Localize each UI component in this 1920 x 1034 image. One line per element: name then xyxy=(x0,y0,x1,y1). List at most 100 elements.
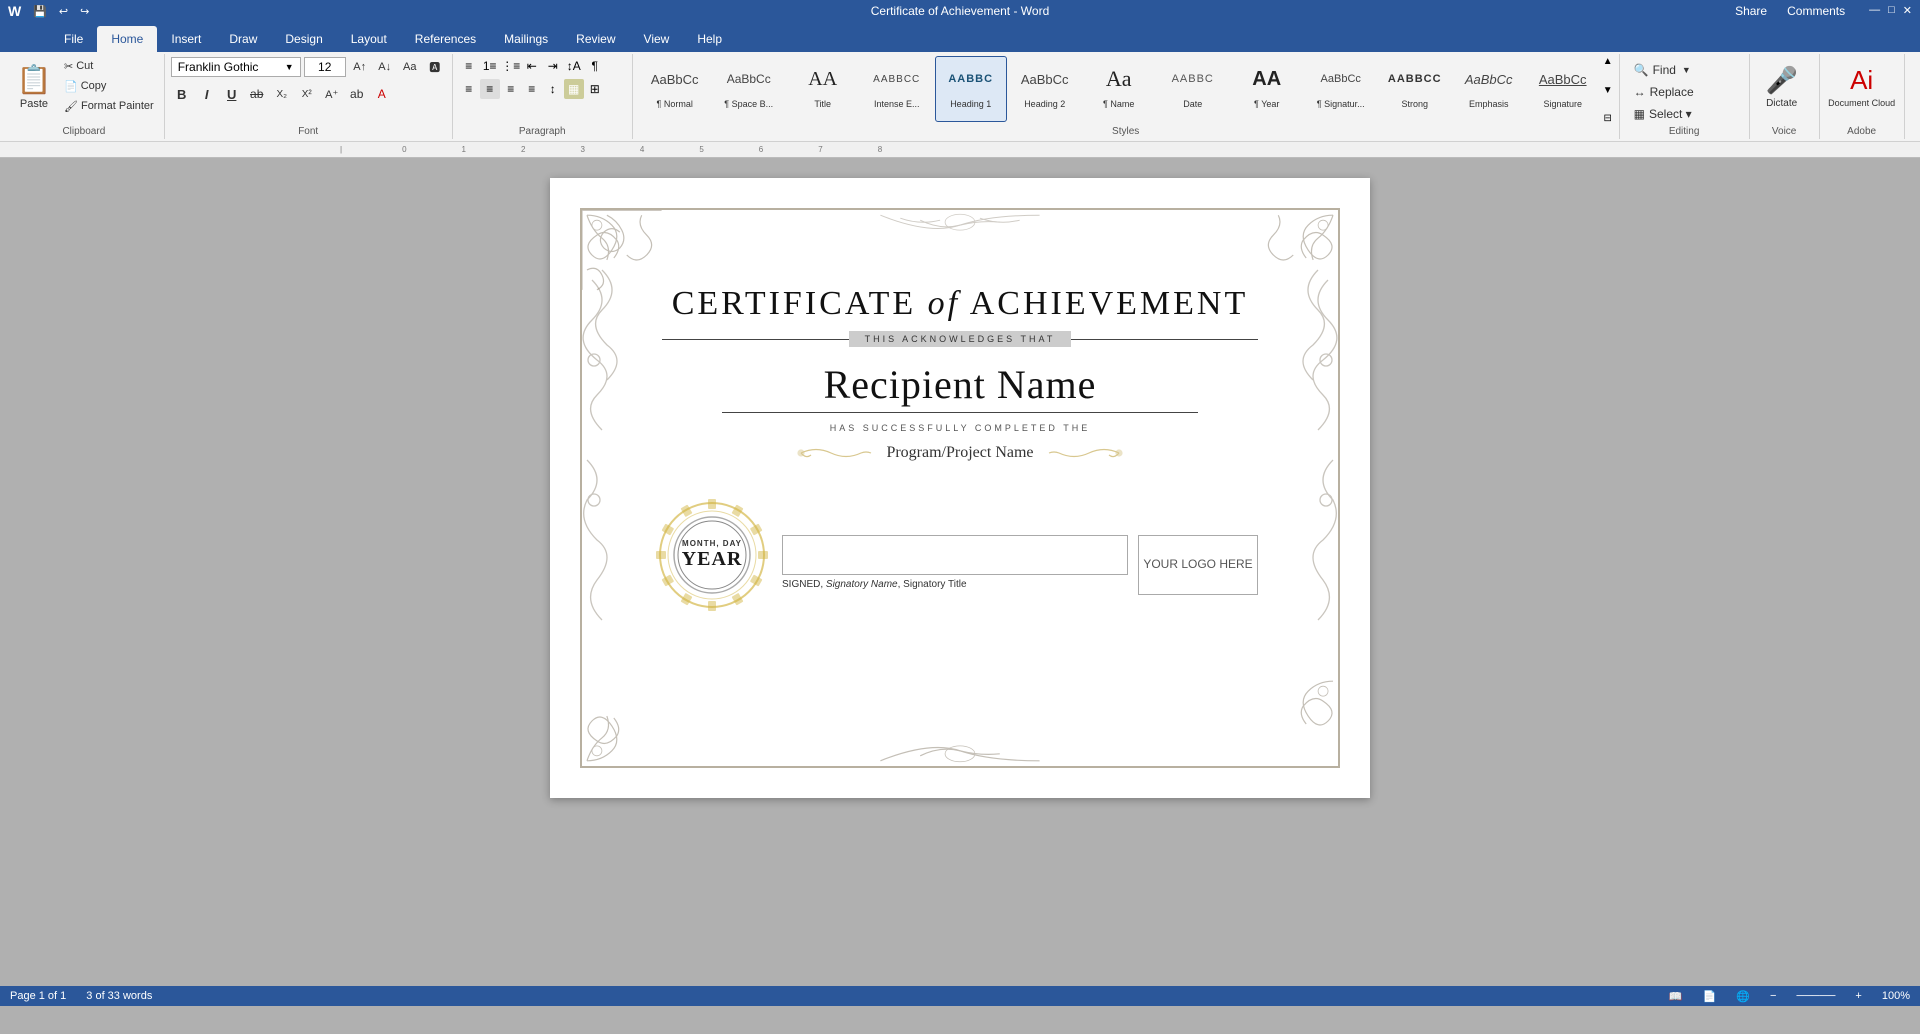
tab-design[interactable]: Design xyxy=(271,26,336,52)
increase-indent-btn[interactable]: ⇥ xyxy=(543,56,563,76)
line-spacing-btn[interactable]: ↕ xyxy=(543,79,563,99)
replace-icon: ↔ xyxy=(1634,85,1646,99)
select-icon: ▦ xyxy=(1634,107,1645,121)
quick-access-save[interactable]: 💾 xyxy=(33,5,47,18)
align-right-btn[interactable]: ≡ xyxy=(501,79,521,99)
style-year[interactable]: AA ¶ Year xyxy=(1231,56,1303,122)
paste-button[interactable]: 📋 Paste xyxy=(10,56,58,116)
document-page[interactable]: CERTIFICATE of ACHIEVEMENT THIS ACKNOWLE… xyxy=(550,178,1370,798)
select-button[interactable]: ▦ Select ▾ xyxy=(1626,104,1700,124)
style-space-b[interactable]: AaBbCc ¶ Space B... xyxy=(713,56,785,122)
align-center-btn[interactable]: ≡ xyxy=(480,79,500,99)
style-normal[interactable]: AaBbCc ¶ Normal xyxy=(639,56,711,122)
style-title[interactable]: AA Title xyxy=(787,56,859,122)
bold-button[interactable]: B xyxy=(171,83,193,105)
superscript-btn[interactable]: X² xyxy=(296,83,318,105)
style-year-label: ¶ Year xyxy=(1234,99,1300,109)
style-intense-e[interactable]: AABBCC Intense E... xyxy=(861,56,933,122)
style-signature1[interactable]: AaBbCc ¶ Signatur... xyxy=(1305,56,1377,122)
styles-scroll-down[interactable]: ▼ xyxy=(1603,85,1613,96)
show-formatting-btn[interactable]: ¶ xyxy=(585,56,605,76)
styles-scroll-controls: ▲ ▼ ⊟ xyxy=(1603,56,1613,124)
bullets-btn[interactable]: ≡ xyxy=(459,56,479,76)
copy-button[interactable]: 📄 Copy xyxy=(60,78,158,95)
styles-expand[interactable]: ⊟ xyxy=(1603,113,1613,124)
subscript-btn[interactable]: X₂ xyxy=(271,83,293,105)
decrease-indent-btn[interactable]: ⇤ xyxy=(522,56,542,76)
replace-button[interactable]: ↔ Replace xyxy=(1626,82,1702,102)
align-left-btn[interactable]: ≡ xyxy=(459,79,479,99)
text-effects-btn[interactable]: A⁺ xyxy=(321,83,343,105)
style-emphasis[interactable]: AaBbCc Emphasis xyxy=(1453,56,1525,122)
style-date[interactable]: AABBC Date xyxy=(1157,56,1229,122)
minimize-btn[interactable]: — xyxy=(1869,4,1880,18)
tab-references[interactable]: References xyxy=(401,26,490,52)
find-button[interactable]: 🔍 Find ▼ xyxy=(1626,60,1699,80)
cut-button[interactable]: ✂ Cut xyxy=(60,58,158,75)
view-read-btn[interactable]: 📖 xyxy=(1669,990,1683,1003)
tab-view[interactable]: View xyxy=(630,26,684,52)
font-selector[interactable]: Franklin Gothic ▼ xyxy=(171,57,301,77)
editing-group: 🔍 Find ▼ ↔ Replace ▦ Select ▾ Editing xyxy=(1620,54,1750,139)
dictate-button[interactable]: 🎤 Dictate xyxy=(1756,56,1808,118)
cert-seal-month: MONTH, DAY xyxy=(682,539,743,548)
close-btn[interactable]: ✕ xyxy=(1903,4,1912,18)
style-signature2[interactable]: AaBbCc Signature xyxy=(1527,56,1599,122)
numbering-btn[interactable]: 1≡ xyxy=(480,56,500,76)
borders-btn[interactable]: ⊞ xyxy=(585,79,605,99)
cert-title-part1: CERTIFICATE xyxy=(672,285,928,322)
style-name[interactable]: Aa ¶ Name xyxy=(1083,56,1155,122)
comments-button[interactable]: Comments xyxy=(1787,4,1845,18)
quick-access-undo[interactable]: ↩ xyxy=(59,5,68,18)
font-size-input[interactable]: 12 xyxy=(304,57,346,77)
tab-layout[interactable]: Layout xyxy=(337,26,401,52)
font-size-value: 12 xyxy=(318,60,331,74)
change-case-btn[interactable]: Aa xyxy=(399,56,421,78)
decrease-font-btn[interactable]: A↓ xyxy=(374,56,396,78)
zoom-out-btn[interactable]: − xyxy=(1770,990,1776,1002)
format-painter-button[interactable]: 🖌 Format Painter xyxy=(60,98,158,115)
dictate-label: Dictate xyxy=(1766,98,1797,109)
tab-file[interactable]: File xyxy=(50,26,97,52)
increase-font-btn[interactable]: A↑ xyxy=(349,56,371,78)
style-date-label: Date xyxy=(1160,99,1226,109)
tab-draw[interactable]: Draw xyxy=(215,26,271,52)
zoom-in-btn[interactable]: + xyxy=(1855,990,1861,1002)
doc-cloud-label: Document Cloud xyxy=(1828,98,1895,109)
text-highlight-btn[interactable]: ab xyxy=(346,83,368,105)
zoom-slider[interactable]: ───── xyxy=(1796,990,1835,1002)
view-web-btn[interactable]: 🌐 xyxy=(1736,990,1750,1003)
underline-button[interactable]: U xyxy=(221,83,243,105)
title-bar-right: Share Comments — □ ✕ xyxy=(1735,4,1912,18)
maximize-btn[interactable]: □ xyxy=(1888,4,1895,18)
tab-review[interactable]: Review xyxy=(562,26,629,52)
tab-insert[interactable]: Insert xyxy=(157,26,215,52)
share-button[interactable]: Share xyxy=(1735,4,1767,18)
tab-home[interactable]: Home xyxy=(97,26,157,52)
style-heading2[interactable]: AaBbCc Heading 2 xyxy=(1009,56,1081,122)
tab-mailings[interactable]: Mailings xyxy=(490,26,562,52)
dictate-icon: 🎤 xyxy=(1765,65,1797,96)
multilevel-btn[interactable]: ⋮≡ xyxy=(501,56,521,76)
para-row2: ≡ ≡ ≡ ≡ ↕ ▦ ⊞ xyxy=(459,79,605,99)
tab-help[interactable]: Help xyxy=(683,26,736,52)
clear-format-btn[interactable]: 🅰 xyxy=(424,56,446,78)
sort-btn[interactable]: ↕A xyxy=(564,56,584,76)
style-strong[interactable]: AABBCC Strong xyxy=(1379,56,1451,122)
strikethrough-btn[interactable]: ab xyxy=(246,83,268,105)
cert-logo-text: YOUR LOGO HERE xyxy=(1143,557,1252,573)
style-intense-e-label: Intense E... xyxy=(864,99,930,109)
style-heading2-preview: AaBbCc xyxy=(1015,59,1075,99)
font-color-btn[interactable]: A xyxy=(371,83,393,105)
style-heading1[interactable]: AABBC Heading 1 xyxy=(935,56,1007,122)
shading-btn[interactable]: ▦ xyxy=(564,79,584,99)
view-print-btn[interactable]: 📄 xyxy=(1703,990,1717,1003)
doc-cloud-button[interactable]: Ai Document Cloud xyxy=(1826,56,1898,118)
ruler-mark: 2 xyxy=(521,145,525,154)
italic-button[interactable]: I xyxy=(196,83,218,105)
find-label: Find xyxy=(1653,63,1676,77)
clipboard-small-group: ✂ Cut 📄 Copy 🖌 Format Painter xyxy=(60,56,158,116)
quick-access-redo[interactable]: ↪ xyxy=(80,5,89,18)
justify-btn[interactable]: ≡ xyxy=(522,79,542,99)
styles-scroll-up[interactable]: ▲ xyxy=(1603,56,1613,67)
